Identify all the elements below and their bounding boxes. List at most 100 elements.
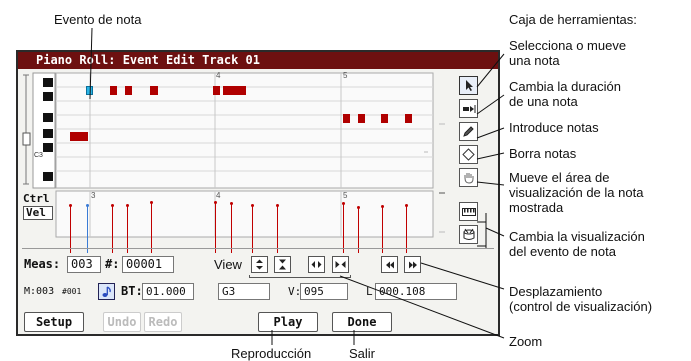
window-title: Piano Roll: Event Edit Track 01 — [18, 52, 498, 69]
hash-small-label: #001 — [62, 287, 82, 296]
label-introduce: Introduce notas — [509, 120, 599, 135]
music-note-icon — [102, 285, 111, 297]
velocity-head — [86, 204, 89, 207]
velocity-head — [251, 204, 254, 207]
velocity-bar[interactable] — [252, 205, 253, 253]
note-event[interactable] — [150, 86, 158, 95]
black-key — [43, 143, 53, 152]
arrow-pointer-icon — [465, 80, 473, 91]
play-button[interactable]: Play — [258, 312, 318, 332]
velocity-head — [381, 205, 384, 208]
velocity-head — [342, 202, 345, 205]
label-desplazamiento: Desplazamiento (control de visualización) — [509, 284, 653, 314]
eraser-icon — [462, 148, 475, 161]
octave-label: C3 — [34, 152, 43, 159]
length-field[interactable]: 000.108 — [375, 283, 457, 300]
velocity-bar[interactable] — [343, 203, 344, 253]
note-event[interactable] — [358, 114, 365, 123]
bt-label: BT: — [121, 284, 143, 298]
measure-number: 4 — [216, 71, 221, 80]
velocity-bar[interactable] — [277, 205, 278, 253]
note-event[interactable] — [110, 86, 117, 95]
black-key — [43, 172, 53, 181]
done-button[interactable]: Done — [332, 312, 392, 332]
velocity-bar[interactable] — [112, 205, 113, 253]
black-key — [43, 92, 53, 101]
zoom-vertical-out-button[interactable] — [274, 256, 291, 273]
zoom-vertical-in-button[interactable] — [251, 256, 268, 273]
meas-field[interactable]: 003 — [67, 256, 101, 273]
velocity-bar[interactable] — [231, 203, 232, 253]
velocity-head — [69, 204, 72, 207]
label-selecciona: Selecciona o mueve una nota — [509, 38, 627, 68]
velocity-head — [150, 201, 153, 204]
velocity-bar[interactable] — [406, 205, 407, 253]
velocity-head — [126, 204, 129, 207]
select-tool-button[interactable] — [459, 76, 478, 95]
velocity-field[interactable]: 095 — [300, 283, 348, 300]
drum-icon — [463, 228, 474, 240]
divider — [22, 248, 494, 249]
keyboard-view-button[interactable] — [459, 202, 478, 221]
zoom-horizontal-in-button[interactable] — [308, 256, 325, 273]
bt-field[interactable]: 01.000 — [142, 283, 194, 300]
velocity-bar[interactable] — [215, 202, 216, 253]
black-key — [43, 129, 53, 138]
setup-button[interactable]: Setup — [24, 312, 84, 332]
velocity-bar[interactable] — [151, 202, 152, 253]
velocity-bar[interactable] — [127, 205, 128, 253]
pencil-icon — [463, 126, 474, 137]
selected-note[interactable] — [86, 86, 93, 95]
velocity-head — [405, 204, 408, 207]
double-left-icon — [385, 261, 394, 268]
label-borra: Borra notas — [509, 146, 577, 161]
velocity-bar[interactable] — [70, 205, 71, 253]
label-reproduccion: Reproducción — [231, 346, 312, 361]
pencil-tool-button[interactable] — [459, 122, 478, 141]
note-field[interactable]: G3 — [218, 283, 270, 300]
note-event[interactable] — [405, 114, 412, 123]
note-event[interactable] — [125, 86, 132, 95]
double-right-icon — [408, 261, 417, 268]
label-cambia-duracion: Cambia la duración de una nota — [509, 79, 622, 109]
velocity-head — [357, 206, 360, 209]
note-event[interactable] — [343, 114, 350, 123]
velocity-bar[interactable] — [382, 206, 383, 253]
note-event[interactable] — [213, 86, 220, 95]
vertical-zoom-in-icon — [256, 259, 263, 270]
m-label: M:003 — [24, 286, 55, 297]
scroll-right-button[interactable] — [404, 256, 421, 273]
black-key — [43, 78, 53, 87]
zoom-bracket — [249, 275, 351, 278]
label-salir: Salir — [349, 346, 376, 361]
tab-vel[interactable]: Vel — [23, 206, 53, 220]
velocity-bar-selected[interactable] — [87, 205, 88, 253]
vertical-scrollbar[interactable] — [22, 74, 31, 185]
duration-tool-button[interactable] — [459, 99, 478, 118]
velocity-bar[interactable] — [358, 207, 359, 253]
drum-view-button[interactable] — [459, 225, 478, 244]
undo-button[interactable]: Undo — [103, 312, 141, 332]
zoom-horizontal-out-button[interactable] — [332, 256, 349, 273]
piano-roll-window: Piano Roll: Event Edit Track 01 4 5 3 4 … — [16, 50, 500, 336]
hash-field[interactable]: 00001 — [122, 256, 174, 273]
scroll-left-button[interactable] — [381, 256, 398, 273]
horizontal-zoom-in-icon — [311, 261, 322, 268]
label-cambia-visualizacion: Cambia la visualización del evento de not… — [509, 229, 645, 259]
measure-number: 5 — [343, 191, 348, 200]
hand-icon — [464, 173, 474, 184]
tab-ctrl[interactable]: Ctrl — [23, 192, 55, 206]
note-icon-button[interactable] — [98, 283, 115, 300]
eraser-tool-button[interactable] — [459, 145, 478, 164]
note-event[interactable] — [223, 86, 246, 95]
note-event[interactable] — [381, 114, 388, 123]
label-evento-nota: Evento de nota — [54, 12, 142, 27]
hand-tool-button[interactable] — [459, 168, 478, 187]
meas-label: Meas: — [24, 257, 61, 271]
velocity-head — [276, 204, 279, 207]
hash-label: #: — [105, 257, 120, 271]
redo-button[interactable]: Redo — [144, 312, 182, 332]
resize-icon — [462, 104, 475, 113]
note-event[interactable] — [70, 132, 88, 141]
velocity-head — [230, 202, 233, 205]
